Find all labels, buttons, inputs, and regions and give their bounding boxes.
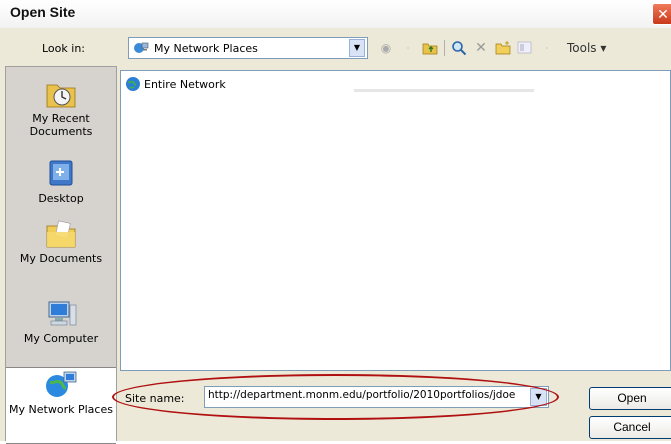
place-my-documents[interactable]: My Documents <box>6 219 116 265</box>
up-folder-icon <box>422 43 438 55</box>
close-icon: ✕ <box>657 7 669 23</box>
back-dropdown[interactable]: · <box>400 39 416 57</box>
search-web-button[interactable] <box>451 39 467 57</box>
chevron-down-icon[interactable]: ▼ <box>530 388 547 406</box>
place-my-network-places[interactable]: My Network Places <box>6 367 116 444</box>
look-in-label: Look in: <box>42 42 85 55</box>
toolbar-separator <box>444 40 445 56</box>
delete-icon: ✕ <box>475 40 487 56</box>
file-list[interactable]: Entire Network <box>120 70 671 371</box>
look-in-combo[interactable]: My Network Places ▼ <box>128 37 368 59</box>
globe-icon <box>126 77 140 91</box>
desktop-icon <box>49 160 73 186</box>
open-site-dialog: Open Site ✕ Look in: My Network Places ▼… <box>0 0 671 444</box>
place-desktop[interactable]: Desktop <box>6 159 116 205</box>
back-icon: ◉ <box>380 41 392 55</box>
image-artifact <box>354 89 534 92</box>
window-title: Open Site <box>10 4 76 20</box>
recent-documents-icon <box>46 84 76 108</box>
delete-button[interactable]: ✕ <box>473 39 489 57</box>
up-folder-button[interactable] <box>422 39 438 57</box>
toolbar: ◉ · ✕ · Tools ▾ <box>378 37 606 59</box>
my-documents-icon <box>46 220 76 248</box>
views-button[interactable] <box>517 39 533 57</box>
cancel-button[interactable]: Cancel <box>589 416 671 439</box>
tools-menu[interactable]: Tools ▾ <box>567 39 606 57</box>
place-label: My Documents <box>19 252 103 265</box>
place-my-computer[interactable]: My Computer <box>6 299 116 345</box>
place-my-recent-documents[interactable]: My Recent Documents <box>6 79 116 138</box>
places-bar: My Recent Documents Desktop My Documents <box>5 66 117 444</box>
my-computer-icon <box>48 301 77 326</box>
new-folder-button[interactable] <box>495 39 511 57</box>
place-label: My Recent Documents <box>29 112 93 138</box>
open-button[interactable]: Open <box>589 387 671 410</box>
close-button[interactable]: ✕ <box>652 3 671 25</box>
views-dropdown[interactable]: · <box>539 39 555 57</box>
site-name-label: Site name: <box>125 392 185 405</box>
list-item[interactable]: Entire Network <box>125 76 226 92</box>
place-label: Desktop <box>38 192 84 205</box>
title-bar[interactable]: Open Site ✕ <box>0 0 671 28</box>
chevron-down-icon[interactable]: ▼ <box>349 39 365 57</box>
place-label: My Computer <box>23 332 99 345</box>
site-name-input[interactable]: http://department.monm.edu/portfolio/201… <box>204 386 549 408</box>
search-icon <box>452 41 467 56</box>
back-button[interactable]: ◉ <box>378 39 394 57</box>
network-places-icon <box>134 42 149 53</box>
place-label: My Network Places <box>9 403 113 416</box>
views-icon <box>517 41 532 54</box>
look-in-value: My Network Places <box>154 42 258 55</box>
file-name: Entire Network <box>144 77 226 91</box>
new-folder-icon <box>495 41 511 55</box>
network-places-icon <box>46 371 77 397</box>
